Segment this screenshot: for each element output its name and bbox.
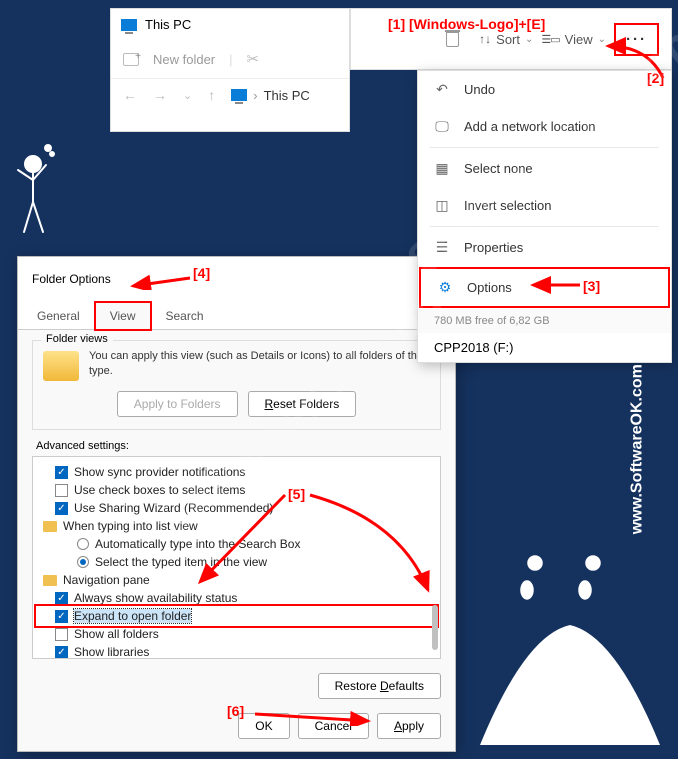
view-label: View	[565, 32, 593, 47]
sort-button[interactable]: ↑↓ Sort ⌄	[479, 32, 533, 47]
opt-show-libraries[interactable]: Show libraries	[37, 643, 436, 659]
undo-icon: ↶	[434, 81, 450, 98]
step-1: [1] [Windows-Logo]+[E]	[388, 16, 545, 32]
checkbox-icon[interactable]	[55, 502, 68, 515]
pc-icon	[121, 19, 137, 31]
step-2: [2]	[647, 70, 664, 86]
cut-icon[interactable]: ✂	[247, 50, 260, 68]
drive-free-space: 780 MB free of 6,82 GB	[418, 309, 671, 333]
back-icon[interactable]: ←	[123, 87, 137, 103]
folder-icon	[43, 575, 57, 586]
menu-select-none[interactable]: ▦ Select none	[418, 150, 671, 187]
menu-label: Select none	[464, 161, 533, 176]
step-6: [6]	[227, 703, 244, 719]
menu-label: Options	[467, 280, 512, 295]
apply-to-folders-button[interactable]: Apply to Folders	[117, 391, 238, 417]
toolbar: New folder | ✂	[111, 40, 349, 79]
folder-views-group: Folder views You can apply this view (su…	[32, 340, 441, 430]
options-icon: ⚙	[437, 279, 453, 296]
window-title: This PC	[145, 17, 191, 32]
reset-folders-button[interactable]: Reset Folders	[248, 391, 357, 417]
nav-row: ← → ⌄ ↑ › This PC	[111, 79, 349, 111]
step-4: [4]	[193, 265, 210, 281]
tab-bar: General View Search	[18, 301, 455, 330]
checkbox-icon[interactable]	[55, 646, 68, 659]
folder-icon	[43, 521, 57, 532]
folder-icon	[43, 351, 79, 381]
checkbox-icon[interactable]	[55, 610, 68, 623]
step-5: [5]	[288, 486, 305, 502]
breadcrumb-text: This PC	[264, 88, 310, 103]
group-legend: Folder views	[41, 333, 113, 345]
radio-icon[interactable]	[77, 556, 89, 568]
radio-icon[interactable]	[77, 538, 89, 550]
breadcrumb[interactable]: › This PC	[231, 88, 310, 103]
scrollbar[interactable]	[432, 605, 438, 650]
new-folder-icon	[123, 53, 139, 66]
window-title-row: This PC	[111, 9, 349, 40]
sort-icon: ↑↓	[479, 32, 491, 46]
checkbox-icon[interactable]	[55, 484, 68, 497]
context-menu: ↶ Undo 🖵 Add a network location ▦ Select…	[417, 70, 672, 363]
arrow-5b	[300, 490, 440, 600]
checkbox-icon[interactable]	[55, 592, 68, 605]
stick-figures-mountain	[475, 545, 665, 750]
view-icon: ☰▭	[541, 33, 559, 46]
step-3: [3]	[583, 278, 600, 294]
opt-sync[interactable]: Show sync provider notifications	[37, 463, 436, 481]
delete-icon[interactable]	[446, 32, 459, 47]
advanced-label: Advanced settings:	[36, 440, 441, 452]
menu-separator	[430, 147, 659, 148]
forward-icon[interactable]: →	[153, 87, 167, 103]
dialog-titlebar: Folder Options ✕	[18, 257, 455, 301]
history-chevron-icon[interactable]: ⌄	[183, 89, 192, 102]
stick-figure-1	[8, 140, 58, 250]
menu-label: Properties	[464, 240, 523, 255]
checkbox-icon[interactable]	[55, 628, 68, 641]
menu-properties[interactable]: ☰ Properties	[418, 229, 671, 266]
opt-expand-to-open[interactable]: Expand to open folder	[37, 607, 436, 625]
menu-label: Add a network location	[464, 119, 596, 134]
up-icon[interactable]: ↑	[208, 87, 215, 103]
arrow-5a	[185, 490, 295, 590]
menu-add-network[interactable]: 🖵 Add a network location	[418, 108, 671, 145]
dialog-title: Folder Options	[32, 272, 111, 286]
view-button[interactable]: ☰▭ View ⌄	[541, 32, 606, 47]
arrow-6	[250, 702, 380, 726]
properties-icon: ☰	[434, 239, 450, 256]
chevron-down-icon: ⌄	[525, 34, 533, 45]
menu-label: Undo	[464, 82, 495, 97]
explorer-this-pc: This PC New folder | ✂ ← → ⌄ ↑ › This PC	[110, 8, 350, 132]
tab-general[interactable]: General	[22, 302, 95, 330]
checkbox-icon[interactable]	[55, 466, 68, 479]
restore-defaults-button[interactable]: Restore Defaults	[318, 673, 441, 699]
menu-invert-selection[interactable]: ◫ Invert selection	[418, 187, 671, 224]
menu-label: Invert selection	[464, 198, 551, 213]
new-folder-button[interactable]: New folder	[153, 52, 215, 67]
tab-view[interactable]: View	[95, 302, 151, 330]
network-icon: 🖵	[434, 118, 450, 135]
tab-search[interactable]: Search	[151, 302, 219, 330]
apply-button[interactable]: Apply	[377, 713, 441, 739]
select-none-icon: ▦	[434, 160, 450, 177]
menu-separator	[430, 226, 659, 227]
arrow-3	[525, 276, 585, 294]
arrow-4	[125, 270, 195, 290]
sort-label: Sort	[496, 32, 520, 47]
folder-views-text: You can apply this view (such as Details…	[89, 349, 430, 380]
invert-icon: ◫	[434, 197, 450, 214]
watermark-url: www.SoftwareOK.com :-)	[629, 344, 647, 535]
opt-show-all-folders[interactable]: Show all folders	[37, 625, 436, 643]
pc-icon	[231, 89, 247, 101]
